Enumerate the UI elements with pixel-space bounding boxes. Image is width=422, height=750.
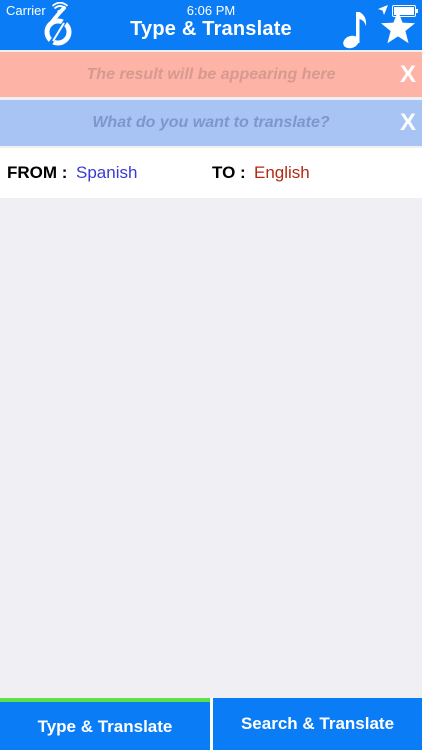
- tab-label: Search & Translate: [240, 714, 395, 733]
- translate-input[interactable]: What do you want to translate? X: [0, 100, 422, 146]
- tab-type-translate[interactable]: Type & Translate: [0, 698, 210, 750]
- tab-search-translate[interactable]: Search & Translate: [213, 698, 422, 750]
- content-area: [0, 198, 422, 698]
- tab-label: Type & Translate: [37, 716, 173, 736]
- result-placeholder: The result will be appearing here: [86, 65, 336, 83]
- from-label: FROM :: [7, 163, 68, 182]
- music-note-icon[interactable]: [340, 6, 370, 50]
- clear-input-button[interactable]: X: [400, 109, 416, 137]
- to-label: TO :: [212, 163, 246, 182]
- star-icon[interactable]: [380, 10, 416, 46]
- from-language-selector[interactable]: Spanish: [76, 163, 137, 183]
- to-language-selector[interactable]: English: [254, 163, 310, 183]
- language-selector-row: FROM : Spanish TO : English: [0, 148, 422, 198]
- result-display: The result will be appearing here X: [0, 52, 422, 97]
- navigation-bar: Type & Translate: [0, 6, 422, 50]
- tab-bar: Type & Translate Search & Translate: [0, 698, 422, 750]
- translate-input-placeholder: What do you want to translate?: [92, 114, 330, 131]
- clear-result-button[interactable]: X: [400, 61, 416, 89]
